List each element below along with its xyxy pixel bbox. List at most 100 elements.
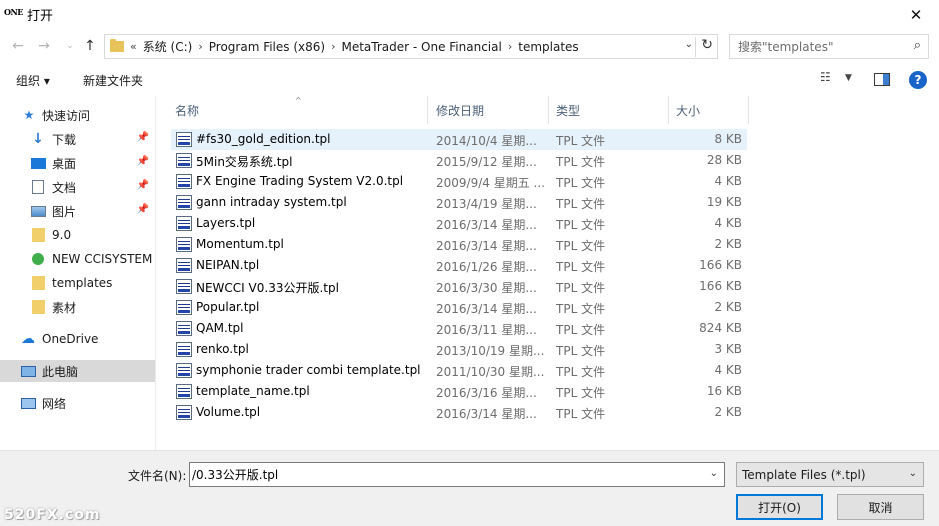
file-name: Momentum.tpl [196,237,284,251]
breadcrumb-overflow-icon[interactable]: « [130,40,137,53]
table-row[interactable]: NEWCCI V0.33公开版.tpl 2016/3/30 星期... TPL 文件… [171,276,747,297]
breadcrumb-separator-icon[interactable]: › [508,40,512,53]
table-row[interactable]: template_name.tpl 2016/3/16 星期... TPL 文件 16… [171,381,747,402]
back-button[interactable]: ← [8,36,28,56]
filename-value: /0.33公开版.tpl [192,468,279,482]
breadcrumb-separator-icon[interactable]: › [198,40,202,53]
chevron-down-icon[interactable]: ⌄ [710,468,718,479]
file-type: TPL 文件 [556,365,606,379]
sidebar-item-onedrive[interactable]: ☁ OneDrive [0,328,155,350]
table-row[interactable]: QAM.tpl 2016/3/11 星期... TPL 文件 824 KB [171,318,747,339]
tpl-file-icon [176,300,192,315]
sidebar-item-desktop[interactable]: 桌面 📌 [0,152,155,174]
table-row[interactable]: #fs30_gold_edition.tpl 2014/10/4 星期... TPL… [171,129,747,150]
forward-button[interactable]: → [34,36,54,56]
sidebar-item-this-pc[interactable]: 此电脑 [0,360,155,382]
file-type: TPL 文件 [556,260,606,274]
title-bar: ONE 打开 ✕ [0,0,939,30]
search-input[interactable]: 搜索"templates" ⌕ [729,34,929,59]
file-date: 2015/9/12 星期... [436,155,537,169]
table-row[interactable]: Volume.tpl 2016/3/14 星期... TPL 文件 2 KB [171,402,747,423]
column-header-size[interactable]: 大小 [669,96,749,124]
file-date: 2016/1/26 星期... [436,260,537,274]
new-folder-button[interactable]: 新建文件夹 [83,72,143,89]
table-row[interactable]: FX Engine Trading System V2.0.tpl 2009/9/… [171,171,747,192]
up-button[interactable]: ↑ [80,36,100,56]
refresh-icon[interactable]: ↻ [695,37,713,57]
sidebar-item-network[interactable]: 网络 [0,392,155,414]
file-type: TPL 文件 [556,323,606,337]
file-size: 166 KB [699,258,742,272]
table-row[interactable]: Popular.tpl 2016/3/14 星期... TPL 文件 2 KB [171,297,747,318]
recent-locations-button[interactable]: ⌄ [60,36,80,56]
sidebar-item-documents[interactable]: 文档 📌 [0,176,155,198]
synced-folder-icon [30,252,46,266]
tpl-file-icon [176,321,192,336]
table-row[interactable]: NEIPAN.tpl 2016/1/26 星期... TPL 文件 166 KB [171,255,747,276]
sidebar-item-pictures[interactable]: 图片 📌 [0,200,155,222]
breadcrumb-item[interactable]: 系统 (C:) [143,38,193,55]
table-row[interactable]: renko.tpl 2013/10/19 星期... TPL 文件 3 KB [171,339,747,360]
view-dropdown-icon[interactable]: ▼ [845,73,852,83]
file-size: 4 KB [714,363,742,377]
table-row[interactable]: gann intraday system.tpl 2013/4/19 星期... T… [171,192,747,213]
tpl-file-icon [176,153,192,168]
table-row[interactable]: 5Min交易系统.tpl 2015/9/12 星期... TPL 文件 28 KB [171,150,747,171]
filename-input[interactable]: /0.33公开版.tpl ⌄ [189,462,725,487]
picture-icon [30,204,46,218]
sidebar-item-label: 文档 [52,180,77,195]
sidebar-item-folder[interactable]: 9.0 [0,224,155,246]
sidebar-item-label: 下载 [52,132,77,147]
pin-icon: 📌 [136,132,149,143]
breadcrumb-item[interactable]: Program Files (x86) [209,40,325,54]
file-type: TPL 文件 [556,281,606,295]
chevron-down-icon[interactable]: ⌄ [909,468,917,479]
breadcrumb-item[interactable]: MetaTrader - One Financial [341,40,501,54]
computer-icon [20,364,36,378]
sidebar-item-folder[interactable]: templates [0,272,155,294]
cancel-button[interactable]: 取消 [837,494,924,520]
address-dropdown-icon[interactable]: ⌄ [685,39,693,50]
file-name: QAM.tpl [196,321,244,335]
preview-pane-icon[interactable] [874,73,890,86]
close-button[interactable]: ✕ [893,0,939,30]
organize-button[interactable]: 组织 ▾ [16,72,50,89]
column-header-name[interactable]: 名称 [168,96,428,124]
file-date: 2013/10/19 星期... [436,344,545,358]
toolbar: 组织 ▾ 新建文件夹 ☷ ▼ ? [0,64,939,96]
file-type: TPL 文件 [556,218,606,232]
column-header-type[interactable]: 类型 [549,96,669,124]
filename-label: 文件名(N): [128,469,187,483]
help-icon[interactable]: ? [909,71,927,89]
view-options-icon[interactable]: ☷ [820,70,831,84]
sidebar-item-quick-access[interactable]: ★ 快速访问 [0,104,155,126]
table-row[interactable]: Layers.tpl 2016/3/14 星期... TPL 文件 4 KB [171,213,747,234]
arrow-left-icon: ← [12,38,24,54]
file-name: Volume.tpl [196,405,261,419]
breadcrumb-item[interactable]: templates [518,40,578,54]
navigation-bar: ← → ⌄ ↑ « 系统 (C:) › Program Files (x86) … [0,30,939,62]
tpl-file-icon [176,132,192,147]
column-header-date[interactable]: 修改日期 [429,96,549,124]
chevron-down-icon: ⌄ [66,41,74,51]
file-type-select[interactable]: Template Files (*.tpl) ⌄ [736,462,924,487]
table-row[interactable]: Momentum.tpl 2016/3/14 星期... TPL 文件 2 KB [171,234,747,255]
open-button[interactable]: 打开(O) [736,494,823,520]
sidebar-item-downloads[interactable]: ↓ 下载 📌 [0,128,155,150]
file-name: template_name.tpl [196,384,310,398]
pin-icon: 📌 [136,156,149,167]
table-row[interactable]: symphonie trader combi template.tpl 2011/… [171,360,747,381]
address-bar[interactable]: « 系统 (C:) › Program Files (x86) › MetaTr… [104,34,718,59]
file-name: Popular.tpl [196,300,260,314]
file-name: #fs30_gold_edition.tpl [196,132,331,146]
sidebar-item-folder[interactable]: NEW CCISYSTEM [0,248,155,270]
sidebar-item-label: 桌面 [52,156,77,171]
search-icon: ⌕ [913,38,921,53]
search-placeholder: 搜索"templates" [738,40,834,54]
file-date: 2016/3/11 星期... [436,323,537,337]
file-size: 4 KB [714,174,742,188]
file-date: 2016/3/14 星期... [436,218,537,232]
breadcrumb-separator-icon[interactable]: › [331,40,335,53]
sidebar-item-label: NEW CCISYSTEM [52,252,153,266]
sidebar-item-folder[interactable]: 素材 [0,296,155,318]
